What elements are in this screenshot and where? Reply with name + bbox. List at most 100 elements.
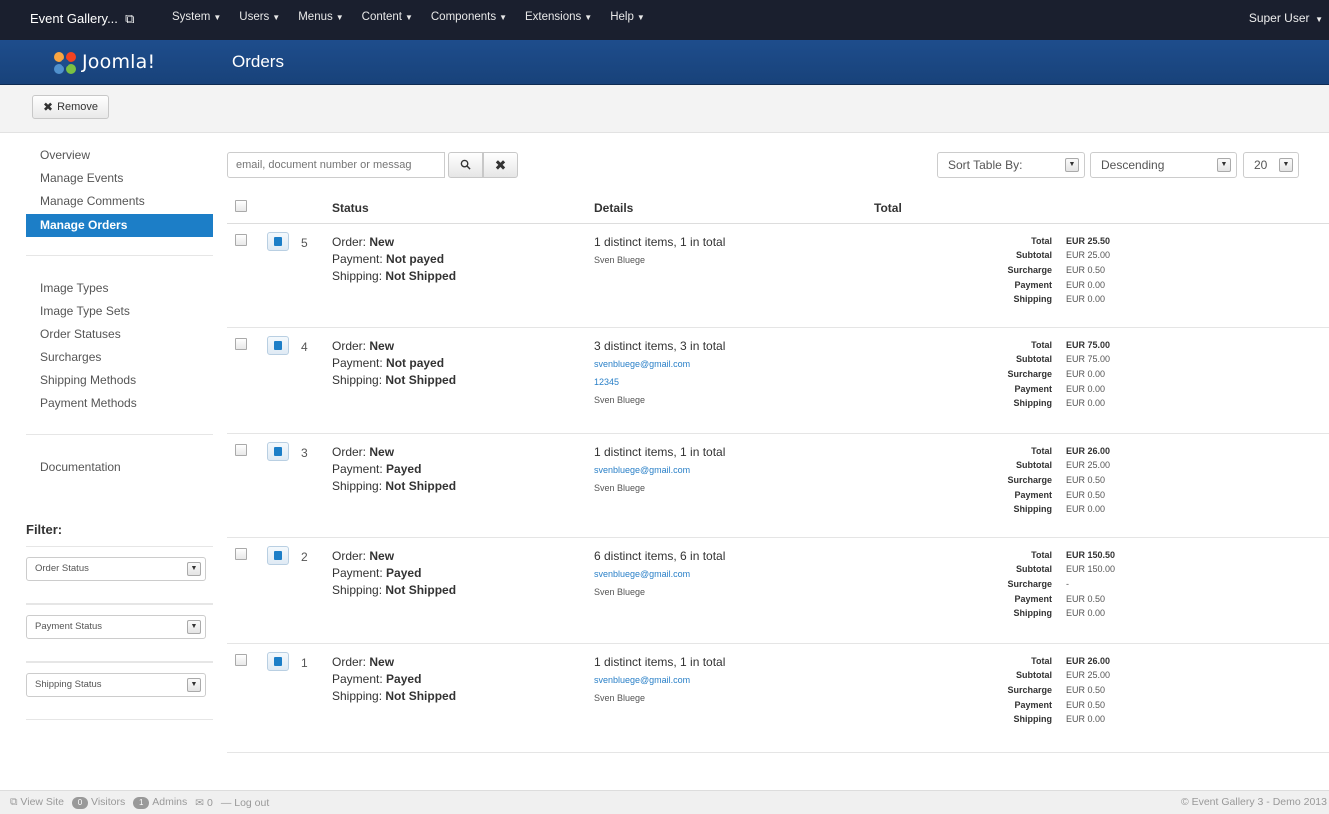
- sidebar-item-manage-orders[interactable]: Manage Orders: [26, 214, 213, 237]
- document-number-link[interactable]: 12345: [594, 373, 874, 391]
- page-header: Joomla! Orders: [0, 40, 1329, 85]
- sidebar-group-main: Overview Manage Events Manage Comments Mana…: [26, 145, 213, 237]
- total-label-subtotal: Subtotal: [1016, 460, 1052, 471]
- edit-icon[interactable]: [267, 231, 289, 251]
- row-checkbox[interactable]: [235, 337, 247, 350]
- envelope-icon: ✉: [195, 796, 207, 809]
- status-payment-label: Payment:: [332, 355, 383, 370]
- total-label-subtotal: Subtotal: [1016, 670, 1052, 681]
- messages-status[interactable]: ✉ 0: [195, 797, 213, 809]
- list-limit-select[interactable]: 20 ▼: [1243, 152, 1299, 178]
- total-value-subtotal: EUR 25.00: [1066, 460, 1111, 471]
- row-select-cell: [227, 643, 267, 753]
- search-input[interactable]: [227, 152, 445, 178]
- row-select-cell: [227, 433, 267, 538]
- total-value-payment: EUR 0.50: [1066, 699, 1106, 710]
- sidebar-item-manage-events[interactable]: Manage Events: [26, 168, 213, 191]
- nav-menu-help[interactable]: Help ▼: [610, 11, 645, 23]
- chevron-down-icon: ▼: [584, 13, 593, 22]
- chevron-down-icon: ▼: [1279, 158, 1293, 172]
- chevron-down-icon: ▼: [404, 13, 413, 22]
- row-checkbox[interactable]: [235, 233, 247, 246]
- header-total[interactable]: Total: [874, 193, 1329, 224]
- status-order-value: New: [369, 654, 395, 669]
- filter-select-value: Payment Status: [35, 621, 103, 632]
- header-status[interactable]: Status: [332, 193, 594, 224]
- status-payment: Payment: Payed: [332, 671, 594, 688]
- edit-icon[interactable]: [267, 335, 289, 355]
- sidebar-item-image-type-sets[interactable]: Image Type Sets: [26, 301, 213, 324]
- status-shipping: Shipping: Not Shipped: [332, 268, 594, 285]
- sort-direction-select[interactable]: Descending ▼: [1090, 152, 1237, 178]
- edit-icon[interactable]: [267, 441, 289, 461]
- sort-by-select[interactable]: Sort Table By: ▼: [937, 152, 1085, 178]
- user-menu[interactable]: Super User ▼: [1249, 11, 1323, 25]
- row-actions-cell: 2: [267, 537, 332, 644]
- edit-icon[interactable]: [267, 545, 289, 565]
- filter-payment-status-select[interactable]: Payment Status ▼: [26, 615, 206, 639]
- row-status-cell: Order: New Payment: Payed Shipping: Not Sh…: [332, 537, 594, 644]
- total-label-total: Total: [1031, 549, 1052, 560]
- status-order-label: Order:: [332, 654, 367, 669]
- row-actions-cell: 3: [267, 433, 332, 538]
- total-value-payment: EUR 0.00: [1066, 383, 1106, 394]
- row-checkbox[interactable]: [235, 547, 247, 560]
- total-label-surcharge: Surcharge: [1007, 264, 1052, 275]
- customer-email-link[interactable]: svenbluege@gmail.com: [594, 355, 874, 373]
- customer-email-link[interactable]: svenbluege@gmail.com: [594, 565, 874, 583]
- sidebar-item-manage-comments[interactable]: Manage Comments: [26, 191, 213, 214]
- sidebar-item-order-statuses[interactable]: Order Statuses: [26, 324, 213, 347]
- visitors-badge: 0: [72, 797, 89, 809]
- total-label-payment: Payment: [1014, 593, 1052, 604]
- nav-menu-content[interactable]: Content ▼: [362, 11, 413, 23]
- status-payment-value: Payed: [386, 565, 422, 580]
- view-site-link[interactable]: ⧉ View Site: [10, 796, 64, 809]
- totals-grid: Total EUR 75.00 Subtotal EUR 75.00 Surcharge…: [962, 338, 1329, 412]
- row-checkbox[interactable]: [235, 653, 247, 666]
- nav-menu-extensions[interactable]: Extensions ▼: [525, 11, 592, 23]
- status-order-label: Order:: [332, 444, 367, 459]
- row-checkbox[interactable]: [235, 443, 247, 456]
- row-total-cell: Total EUR 26.00 Subtotal EUR 25.00 Surcharge…: [874, 433, 1329, 538]
- remove-button[interactable]: ✖ Remove: [32, 95, 110, 119]
- select-all-checkbox[interactable]: [235, 200, 247, 213]
- total-label-total: Total: [1031, 235, 1052, 246]
- customer-email-link[interactable]: svenbluege@gmail.com: [594, 671, 874, 689]
- status-shipping-label: Shipping:: [332, 688, 383, 703]
- edit-icon[interactable]: [267, 651, 289, 671]
- chevron-down-icon: ▼: [636, 13, 645, 22]
- sidebar-item-payment-methods[interactable]: Payment Methods: [26, 393, 213, 416]
- nav-menu-system[interactable]: System ▼: [172, 11, 221, 23]
- total-value-subtotal: EUR 25.00: [1066, 670, 1111, 681]
- sidebar-item-documentation[interactable]: Documentation: [26, 457, 213, 480]
- clear-search-button[interactable]: ✖: [483, 152, 518, 178]
- total-label-total: Total: [1031, 655, 1052, 666]
- logout-link[interactable]: — Log out: [221, 797, 269, 809]
- sidebar-item-overview[interactable]: Overview: [26, 145, 213, 168]
- row-actions-cell: 5: [267, 223, 332, 328]
- sidebar-item-surcharges[interactable]: Surcharges: [26, 347, 213, 370]
- nav-menu-users[interactable]: Users ▼: [239, 11, 280, 23]
- nav-menu-components[interactable]: Components ▼: [431, 11, 507, 23]
- status-payment-value: Payed: [386, 671, 422, 686]
- row-details-cell: 6 distinct items, 6 in total svenbluege@g…: [594, 537, 874, 644]
- order-id: 5: [301, 235, 308, 250]
- site-link[interactable]: Event Gallery... ⧉: [30, 11, 134, 27]
- header-details[interactable]: Details: [594, 193, 874, 224]
- filter-shipping-status-select[interactable]: Shipping Status ▼: [26, 673, 206, 697]
- customer-email-link[interactable]: svenbluege@gmail.com: [594, 461, 874, 479]
- search-button[interactable]: [448, 152, 483, 178]
- total-label-payment: Payment: [1014, 489, 1052, 500]
- sidebar-item-shipping-methods[interactable]: Shipping Methods: [26, 370, 213, 393]
- row-status-cell: Order: New Payment: Not payed Shipping: No…: [332, 327, 594, 434]
- status-shipping-label: Shipping:: [332, 582, 383, 597]
- status-order-value: New: [369, 234, 395, 249]
- logo-text: Joomla!: [82, 51, 156, 73]
- sidebar-divider: [26, 255, 213, 256]
- chevron-down-icon: ▼: [1217, 158, 1231, 172]
- chevron-down-icon: ▼: [187, 562, 201, 576]
- filter-order-status-select[interactable]: Order Status ▼: [26, 557, 206, 581]
- nav-menu-menus[interactable]: Menus ▼: [298, 11, 343, 23]
- sidebar-item-image-types[interactable]: Image Types: [26, 278, 213, 301]
- nav-menu-label: Components: [430, 11, 497, 23]
